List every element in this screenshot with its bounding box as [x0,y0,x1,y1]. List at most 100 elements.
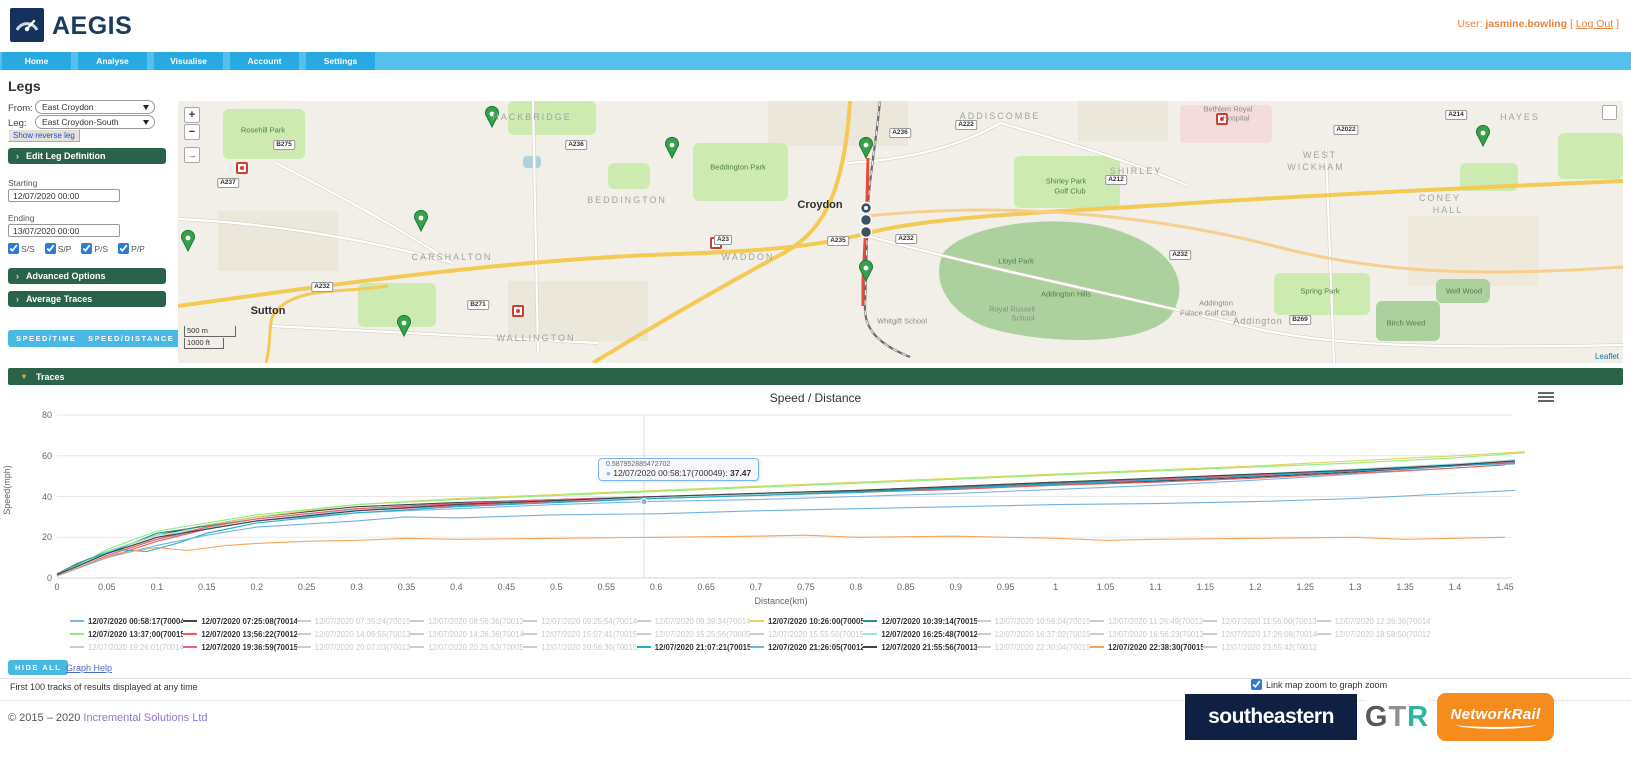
legend-label: 12/07/2020 11:26:49(700127) [1108,616,1204,626]
tab-visualise[interactable]: Visualise [154,52,223,70]
legend-item[interactable]: 12/07/2020 00:58:17(700049) [70,615,183,627]
road-shield: A232 [1169,250,1191,260]
legend-item[interactable]: 12/07/2020 09:25:54(700149) [523,615,637,627]
leg-select[interactable]: East Croydon-South Croydon [35,115,155,137]
starting-input[interactable] [8,189,120,202]
road-shield: B269 [1289,315,1311,325]
y-tick-label: 80 [41,410,52,420]
legend-item[interactable]: 12/07/2020 23:55:42(700125) [1203,641,1317,653]
tab-settings[interactable]: Settings [306,52,375,70]
ending-input[interactable] [8,224,120,237]
legend-item[interactable]: 12/07/2020 16:56:23(700135) [1090,628,1203,640]
legend-label: 12/07/2020 18:58:50(700125) [1334,629,1430,639]
x-tick-label: 0.2 [250,582,263,592]
road-shield: B271 [467,300,489,310]
map[interactable]: + − → 500 m 1000 ft Leaflet Croydon Sutto… [178,101,1623,363]
x-tick-label: 0.25 [297,582,316,592]
legend-item[interactable]: 12/07/2020 12:26:36(700148) [1316,615,1430,627]
legend-item[interactable]: 12/07/2020 21:26:05(700127) [750,641,863,653]
legend-item[interactable]: 12/07/2020 20:25:53(700055) [410,641,523,653]
legend-item[interactable]: 12/07/2020 20:56:30(700150) [523,641,637,653]
show-reverse-leg-button[interactable]: Show reverse leg [8,129,80,142]
map-attribution[interactable]: Leaflet [1595,352,1619,361]
tab-home[interactable]: Home [2,52,71,70]
edit-leg-definition-panel[interactable]: › Edit Leg Definition [8,148,166,164]
bracket: [ [1569,18,1573,30]
link-zoom-checkbox[interactable] [1251,679,1262,690]
speed-distance-button[interactable]: SPEED/DISTANCE [80,330,183,347]
traces-panel-header[interactable]: ▾ Traces [8,368,1623,385]
checkbox-s-p[interactable]: S/P [44,243,72,254]
legend-item[interactable]: 12/07/2020 10:56:04(700150) [976,615,1090,627]
legend-item[interactable]: 12/07/2020 09:39:34(700145) [636,615,750,627]
legend-dash-icon [1203,633,1218,635]
map-pan-button[interactable]: → [184,147,200,163]
map-label: Golf Club [1054,186,1086,196]
x-tick-label: 0.05 [98,582,116,592]
x-tick-label: 0.6 [649,582,663,592]
legend-item[interactable]: 12/07/2020 07:25:08(700148) [183,615,297,627]
legend-item[interactable]: 12/07/2020 22:30:04(700150) [976,641,1090,653]
checkbox-p-p[interactable]: P/P [118,243,145,254]
from-select[interactable]: East Croydon [35,100,155,114]
legend-item[interactable]: 12/07/2020 14:26:36(700149) [410,628,523,640]
legend-item[interactable]: 12/07/2020 22:38:30(700154) [1090,641,1203,653]
graph-help-link[interactable]: Graph Help [66,663,112,673]
legend-label: 12/07/2020 20:07:03(700137) [314,642,410,652]
checkbox-input[interactable] [8,243,19,254]
legend-item[interactable]: 12/07/2020 13:56:22(700125) [183,628,297,640]
panel-title: Average Traces [26,294,93,304]
map-zoom-out-button[interactable]: − [184,124,200,140]
legend-item[interactable]: 12/07/2020 08:56:36(700125) [410,615,523,627]
legend-item[interactable]: 12/07/2020 20:07:03(700137) [296,641,410,653]
tab-analyse[interactable]: Analyse [78,52,147,70]
road-shield: A232 [311,282,333,292]
legend-dash-icon [410,646,424,648]
average-traces-panel[interactable]: › Average Traces [8,291,166,307]
legend-item[interactable]: 12/07/2020 17:26:08(700148) [1203,628,1317,640]
legend-item[interactable]: 12/07/2020 16:37:02(700154) [976,628,1090,640]
legend-label: 12/07/2020 15:55:50(700150) [768,629,864,639]
checkbox-input[interactable] [118,243,130,254]
map-fullscreen-button[interactable] [1602,105,1617,120]
checkbox-s-s[interactable]: S/S [8,243,35,254]
advanced-options-panel[interactable]: › Advanced Options [8,268,166,284]
map-label: HACKBRIDGE [492,112,572,122]
legend-item[interactable]: 12/07/2020 19:26:01(700149) [70,641,183,653]
logout-link[interactable]: Log Out [1576,18,1613,30]
speed-time-button[interactable]: SPEED/TIME [8,330,85,347]
legend-item[interactable]: 12/07/2020 15:07:41(700155) [523,628,637,640]
legend-item[interactable]: 12/07/2020 15:55:50(700150) [750,628,863,640]
road-shield: A235 [827,236,849,246]
legend-item[interactable]: 12/07/2020 07:35:24(700154) [296,615,410,627]
legend-label: 12/07/2020 09:39:34(700145) [654,616,750,626]
trace-line [56,451,1525,577]
legend-item[interactable]: 12/07/2020 18:58:50(700125) [1316,628,1430,640]
legend-item[interactable]: 12/07/2020 14:06:55(700137) [296,628,410,640]
map-zoom-in-button[interactable]: + [184,107,200,123]
legend-item[interactable]: 12/07/2020 15:25:56(700055) [636,628,750,640]
checkbox-input[interactable] [81,243,93,254]
legend-item[interactable]: 12/07/2020 10:26:00(700055) [750,615,863,627]
legend-item[interactable]: 12/07/2020 16:25:48(700127) [863,628,977,640]
company-link[interactable]: Incremental Solutions Ltd [83,712,207,724]
legend-item[interactable]: 12/07/2020 19:36:59(700154) [183,641,297,653]
hide-all-button[interactable]: HIDE ALL [8,660,69,675]
map-label: Whitgift School [876,316,928,326]
legend-label: 12/07/2020 11:56:00(700135) [1221,616,1317,626]
legend-item[interactable]: 12/07/2020 11:26:49(700127) [1090,615,1203,627]
map-label: WICKHAM [1287,162,1345,172]
checkbox-label: S/P [57,243,72,254]
checkbox-p-s[interactable]: P/S [81,243,108,254]
map-label: Addington [1199,298,1233,308]
map-label: Royal Russell [989,304,1035,314]
gtr-letter: R [1407,700,1430,733]
legend-item[interactable]: 12/07/2020 21:07:21(700155) [636,641,750,653]
leg-label: Leg: [8,118,27,129]
checkbox-input[interactable] [44,243,56,254]
legend-item[interactable]: 12/07/2020 11:56:00(700135) [1203,615,1317,627]
legend-item[interactable]: 12/07/2020 21:55:56(700135) [863,641,977,653]
tab-account[interactable]: Account [230,52,299,70]
legend-item[interactable]: 12/07/2020 13:37:00(700154) [70,628,183,640]
legend-item[interactable]: 12/07/2020 10:39:14(700154) [863,615,977,627]
